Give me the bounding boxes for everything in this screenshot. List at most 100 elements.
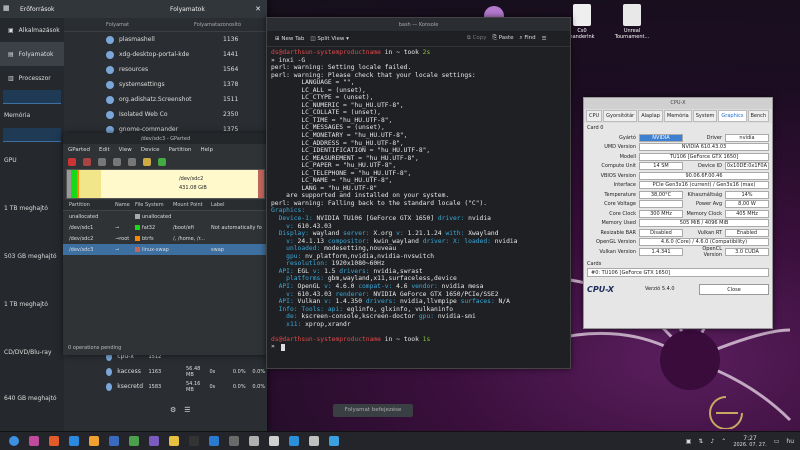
clock[interactable]: 7:27 2026. 07. 27. <box>733 435 766 448</box>
pager-icon[interactable] <box>29 436 39 446</box>
menu-gparted[interactable]: GParted <box>68 147 90 153</box>
kate-icon[interactable] <box>229 436 239 446</box>
chrome-icon[interactable] <box>89 436 99 446</box>
end-process-button[interactable]: Folyamat befejezése <box>333 404 413 417</box>
files-icon[interactable] <box>49 436 59 446</box>
menu-partition[interactable]: Partition <box>169 147 192 153</box>
menu-view[interactable]: View <box>119 147 132 153</box>
wrench-icon[interactable]: ⚙ <box>170 406 176 414</box>
column-label[interactable]: Label <box>211 202 267 208</box>
close-icon[interactable]: ✕ <box>255 5 261 13</box>
apply-icon[interactable] <box>158 157 166 166</box>
terminal-text: v: <box>324 298 336 306</box>
table-row[interactable]: kaccess 1163 56.48 MB 0s 0.0% 0.0% <box>64 364 267 379</box>
terminal-icon[interactable] <box>209 436 219 446</box>
section-gpu[interactable]: GPU <box>4 157 17 164</box>
split-view-button[interactable]: ◫ Split View ▾ <box>310 36 348 42</box>
info-value: 0x10DE:0x1F0A <box>725 162 769 171</box>
network-icon[interactable]: ⇅ <box>698 438 703 445</box>
sidebar-item-processes[interactable]: ▤ Folyamatok <box>0 42 64 66</box>
table-row[interactable]: /dev/sdc2 ⊸root btrfs /, /home, /r... <box>63 233 268 244</box>
paste-icon[interactable] <box>128 157 136 166</box>
paste-button[interactable]: ⎘ Paste <box>493 35 514 42</box>
filesystem-text: fat32 <box>142 224 156 231</box>
new-tab-button[interactable]: ⊞ New Tab <box>275 36 304 42</box>
screen-icon[interactable]: ▭ <box>774 438 780 445</box>
menu-icon[interactable]: ☰ <box>542 36 547 42</box>
settings-icon[interactable]: ☰ <box>184 406 190 414</box>
menu-edit[interactable]: Edit <box>99 147 110 153</box>
chevron-up-icon[interactable]: ⌃ <box>721 438 726 445</box>
keyboard-layout[interactable]: hu <box>786 438 794 445</box>
find-button[interactable]: ⌕ Find <box>520 35 536 42</box>
menu-device[interactable]: Device <box>141 147 160 153</box>
tab-memória[interactable]: Memória <box>663 110 692 122</box>
copy-icon[interactable] <box>113 157 121 166</box>
grid-icon[interactable] <box>309 436 319 446</box>
label-cell: swap <box>211 246 224 253</box>
gparted-icon[interactable] <box>129 436 139 446</box>
section-cd[interactable]: CD/DVD/Blu-ray <box>4 349 52 356</box>
table-row[interactable]: plasmashell 1136 <box>64 32 267 47</box>
column-process[interactable]: Folyamat <box>64 22 194 28</box>
titlebar: bash — Konsole <box>267 18 570 31</box>
code-icon[interactable] <box>269 436 279 446</box>
terminal-line: Info: Tools: api: eglinfo, glxinfo, vulk… <box>271 306 566 314</box>
editor-icon[interactable] <box>249 436 259 446</box>
volume-icon[interactable]: ♪ <box>710 438 714 445</box>
undo-icon[interactable] <box>143 157 151 166</box>
tab-alaplap[interactable]: Alaplap <box>638 110 663 122</box>
process-icon <box>106 35 114 44</box>
firefox-icon[interactable] <box>109 436 119 446</box>
column-name[interactable]: Name <box>115 202 135 208</box>
menu-help[interactable]: Help <box>200 147 213 153</box>
clipboard-icon[interactable]: ▣ <box>686 438 692 445</box>
tab-gyorsítótár[interactable]: Gyorsítótár <box>603 110 638 122</box>
tab-bench[interactable]: Bench <box>747 110 770 122</box>
copy-button[interactable]: ⧉ Copy <box>467 35 487 42</box>
section-drive-4[interactable]: 640 GB meghajtó <box>4 395 57 402</box>
sidebar-item-applications[interactable]: ▣ Alkalmazások <box>0 18 64 42</box>
column-filesystem[interactable]: File System <box>135 202 173 208</box>
table-row[interactable]: resources 1564 <box>64 62 267 77</box>
terminal-text: kscreen-console,kscreen-doctor <box>301 313 419 321</box>
folder-icon[interactable] <box>69 436 79 446</box>
column-partition[interactable]: Partition <box>63 202 115 208</box>
table-row[interactable]: unallocated unallocated <box>63 211 268 222</box>
column-pid[interactable]: Folyamatazonosító <box>194 22 241 28</box>
store-icon[interactable] <box>329 436 339 446</box>
table-row[interactable]: xdg-desktop-portal-kde 1441 <box>64 47 267 62</box>
segment-sdc2[interactable]: /dev/sdc2 431.08 GiB <box>77 170 258 198</box>
table-row[interactable]: /dev/sdc1 ⊸ fat32/boot/efi Not automaticall… <box>63 222 268 233</box>
card-select[interactable]: #0: TU106 [GeForce GTX 1650] <box>587 267 769 277</box>
delete-icon[interactable] <box>83 157 91 166</box>
terminal-output[interactable]: ds@darthsun-systemproductname in ~ took … <box>267 47 570 362</box>
table-row[interactable]: org.adishatz.Screenshot 1511 <box>64 92 267 107</box>
tab-graphics[interactable]: Graphics <box>718 110 747 122</box>
cpu-x-icon[interactable] <box>289 436 299 446</box>
table-row[interactable]: ksecretd 1583 54.16 MB 0s 0.0% 0.0% <box>64 379 267 394</box>
table-row[interactable]: systemsettings 1378 <box>64 77 267 92</box>
sidebar-toggle-icon[interactable]: ▦ <box>3 4 10 12</box>
thunderbird-icon[interactable] <box>189 436 199 446</box>
section-drive-2[interactable]: 503 GB meghajtó <box>4 253 57 260</box>
close-button[interactable]: Close <box>699 283 769 295</box>
toolbar <box>63 155 268 168</box>
table-row[interactable]: Isolated Web Co 2350 <box>64 107 267 122</box>
section-drive-1[interactable]: 1 TB meghajtó <box>4 205 48 212</box>
joystick-icon[interactable] <box>169 436 179 446</box>
tab-system[interactable]: System <box>692 110 718 122</box>
section-memory[interactable]: Memória <box>4 112 30 119</box>
desktop-icon-unreal[interactable]: Unreal Tournament... <box>612 4 652 40</box>
steam-icon[interactable] <box>149 436 159 446</box>
tab-cpu[interactable]: CPU <box>586 110 603 122</box>
table-row[interactable]: /dev/sdc3 ⊸ linux-swap swap <box>63 244 268 255</box>
section-drive-3[interactable]: 1 TB meghajtó <box>4 301 48 308</box>
column-mount[interactable]: Mount Point <box>173 202 211 208</box>
sidebar-item-processor[interactable]: ▥ Processzor <box>0 66 64 90</box>
resize-icon[interactable] <box>98 157 106 166</box>
app-launcher-icon[interactable] <box>9 436 19 446</box>
segment-sdc3[interactable] <box>258 170 264 198</box>
terminal-line: platforms: gbm,wayland,x11,surfaceless,d… <box>271 275 566 283</box>
new-icon[interactable] <box>68 157 76 166</box>
